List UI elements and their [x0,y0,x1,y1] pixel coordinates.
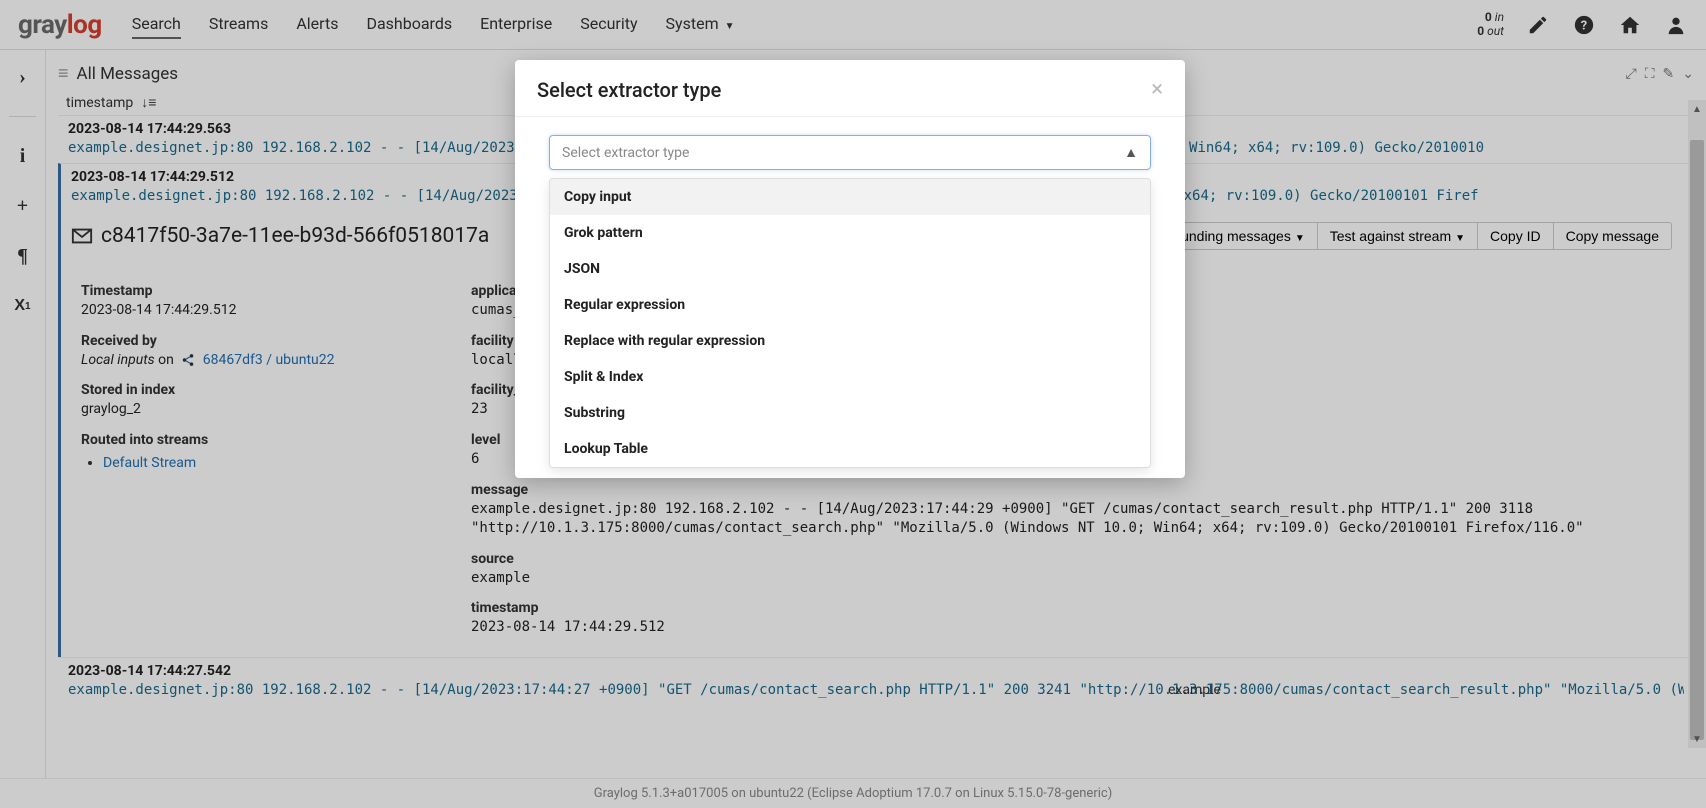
extractor-option-regex[interactable]: Regular expression [550,287,1150,323]
nav-search[interactable]: Search [132,10,181,39]
subscript-icon[interactable]: X1 [12,295,34,317]
sort-desc-icon[interactable]: ↓≡ [141,94,156,111]
row-timestamp: 2023-08-14 17:44:27.542 [68,662,1684,681]
drag-handle-icon[interactable]: ≡ [58,65,69,83]
stream-link[interactable]: Default Stream [103,455,196,471]
nav-links: Search Streams Alerts Dashboards Enterpr… [132,10,735,39]
routed-streams-list: Default Stream [81,454,441,473]
message-id: c8417f50-3a7e-11ee-b93d-566f0518017a [101,222,489,250]
extractor-option-json[interactable]: JSON [550,251,1150,287]
nav-right: 0 in 0 out ? [1477,11,1688,37]
extractor-type-dropdown: Copy input Grok pattern JSON Regular exp… [549,178,1151,468]
extractor-type-modal: Select extractor type × Select extractor… [515,60,1185,478]
caret-down-icon: ▼ [725,21,735,32]
field-value: graylog_2 [81,400,441,419]
nav-streams[interactable]: Streams [209,10,268,39]
footer-version: Graylog 5.1.3+a017005 on ubuntu22 (Eclip… [0,778,1706,808]
edit-icon[interactable]: ✎ [1663,66,1675,82]
field-value: example.designet.jp:80 192.168.2.102 - -… [471,500,1674,538]
scroll-up-icon[interactable]: ▲ [1688,100,1706,118]
plus-icon[interactable]: + [12,195,34,217]
rail-divider [9,116,36,117]
throughput-in-l: in [1495,10,1504,24]
throughput-in-n: 0 [1485,10,1492,24]
test-stream-label: Test against stream [1330,228,1451,244]
chevron-right-icon[interactable]: › [12,66,34,88]
close-icon[interactable]: × [1151,79,1163,101]
field-value: example [471,569,1674,588]
throughput: 0 in 0 out [1477,11,1504,37]
row-source: example [1168,681,1221,700]
field-label: Received by [81,332,441,351]
logo-part1: gray [18,10,67,40]
scroll-down-icon[interactable]: ▼ [1688,730,1706,748]
message-id-wrap: c8417f50-3a7e-11ee-b93d-566f0518017a [71,222,489,250]
panel-title: All Messages [77,64,179,84]
caret-down-icon: ▼ [1295,233,1305,244]
row-message: example.designet.jp:80 192.168.2.102 - -… [68,681,1684,700]
field-label: source [471,550,1674,569]
nav-alerts[interactable]: Alerts [296,10,338,39]
modal-title: Select extractor type [537,78,721,102]
copy-id-button[interactable]: Copy ID [1477,222,1554,250]
extractor-option-grok[interactable]: Grok pattern [550,215,1150,251]
field-label: Routed into streams [81,431,441,450]
expand-icon[interactable]: ⛶ [1645,66,1655,82]
scroll-thumb[interactable] [1690,140,1704,740]
extractor-option-substring[interactable]: Substring [550,395,1150,431]
extractor-option-lookup-table[interactable]: Lookup Table [550,431,1150,467]
table-row[interactable]: 2023-08-14 17:44:27.542 example example.… [58,657,1694,705]
throughput-out-l: out [1487,24,1504,38]
modal-header: Select extractor type × [515,60,1185,117]
help-icon[interactable]: ? [1572,13,1596,37]
nav-enterprise[interactable]: Enterprise [480,10,552,39]
select-placeholder: Select extractor type [562,145,689,161]
logo-part2: log [67,10,102,40]
compress-icon[interactable]: ⤢ [1626,66,1637,82]
panel-title-wrap: ≡ All Messages [58,64,178,84]
extractor-option-split-index[interactable]: Split & Index [550,359,1150,395]
sort-column[interactable]: timestamp [66,95,133,111]
recv-on: on [158,352,174,368]
modal-body: Select extractor type ▲ Copy input Grok … [515,117,1185,478]
envelope-icon [71,225,93,247]
top-nav: graylog Search Streams Alerts Dashboards… [0,0,1706,50]
home-icon[interactable] [1618,13,1642,37]
nav-dashboards[interactable]: Dashboards [366,10,452,39]
nav-security[interactable]: Security [580,10,637,39]
chevron-down-icon[interactable]: ⌄ [1682,66,1694,82]
field-label: message [471,481,1674,500]
nav-system-label: System [666,14,719,33]
copy-message-button[interactable]: Copy message [1553,222,1672,250]
share-icon [181,353,195,367]
info-icon[interactable]: i [12,145,34,167]
detail-meta: Timestamp 2023-08-14 17:44:29.512 Receiv… [81,270,441,637]
field-label: timestamp [471,599,1674,618]
field-label: Timestamp [81,282,441,301]
extractor-option-copy-input[interactable]: Copy input [550,179,1150,215]
received-by-link[interactable]: 68467df3 / ubuntu22 [203,352,335,368]
compose-icon[interactable] [1526,13,1550,37]
field-label: Stored in index [81,381,441,400]
recv-prefix: Local inputs [81,352,155,368]
extractor-type-select[interactable]: Select extractor type ▲ [549,135,1151,170]
test-stream-button[interactable]: Test against stream ▼ [1317,222,1478,250]
caret-down-icon: ▼ [1455,233,1465,244]
vertical-scrollbar[interactable]: ▲ ▼ [1688,100,1706,748]
nav-system[interactable]: System ▼ [666,10,735,39]
received-by: Local inputs on 68467df3 / ubuntu22 [81,351,441,370]
pilcrow-icon[interactable]: ¶ [12,245,34,267]
caret-up-icon: ▲ [1124,144,1138,161]
left-rail: › i + ¶ X1 [0,50,46,778]
field-value: 2023-08-14 17:44:29.512 [81,301,441,320]
user-icon[interactable] [1664,13,1688,37]
svg-text:?: ? [1581,18,1587,33]
throughput-out-n: 0 [1477,24,1484,38]
logo: graylog [18,10,102,40]
extractor-option-replace-regex[interactable]: Replace with regular expression [550,323,1150,359]
panel-actions: ⤢ ⛶ ✎ ⌄ [1626,66,1694,82]
field-value: 2023-08-14 17:44:29.512 [471,618,1674,637]
